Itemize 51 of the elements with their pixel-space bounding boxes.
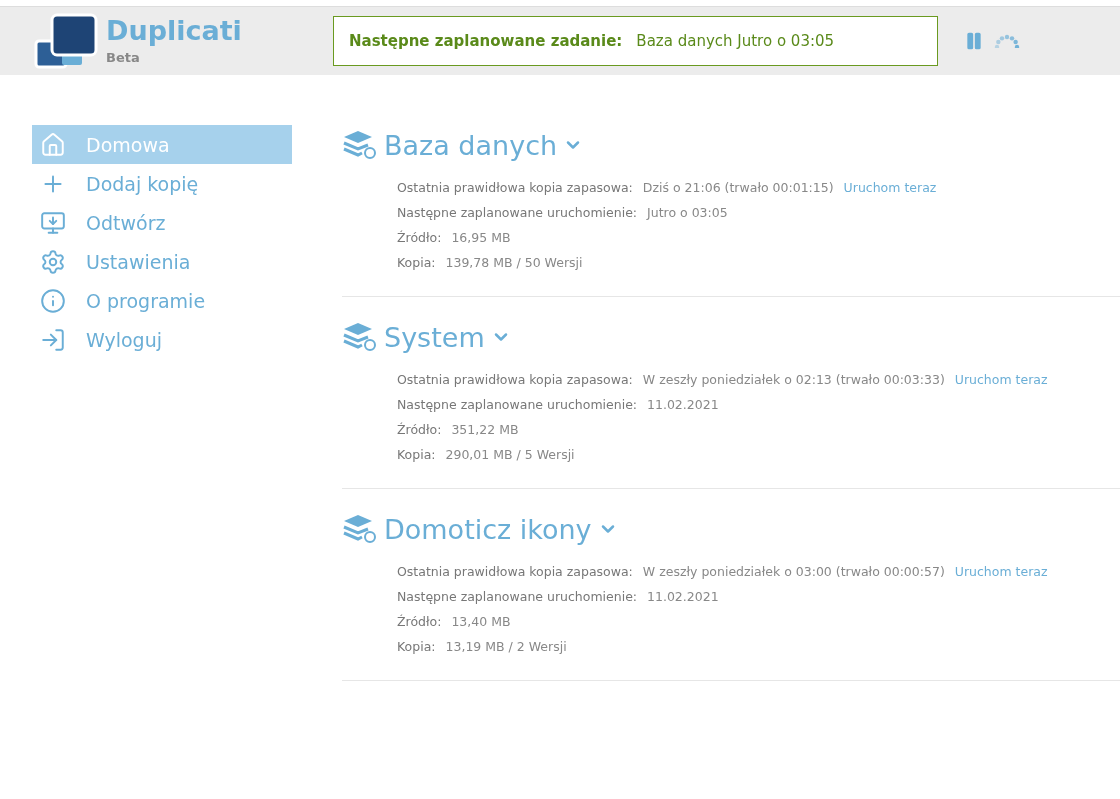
field-label: Ostatnia prawidłowa kopia zapasowa:: [397, 179, 633, 197]
status-value: Baza danych Jutro o 03:05: [636, 32, 835, 50]
field-value: Jutro o 03:05: [647, 204, 728, 222]
spinner-icon: [994, 34, 1020, 48]
app-subtitle: Beta: [106, 50, 141, 65]
field-label: Kopia:: [397, 446, 436, 464]
logout-icon: [40, 326, 66, 353]
sidebar-item[interactable]: Wyloguj: [32, 320, 292, 359]
field-label: Następne zaplanowane uruchomienie:: [397, 588, 638, 606]
field-value: Dziś o 21:06 (trwało 00:01:15): [642, 179, 834, 197]
field-value: 13,19 MB / 2 Wersji: [445, 638, 567, 656]
field-label: Następne zaplanowane uruchomienie:: [397, 204, 638, 222]
job-title[interactable]: Domoticz ikony: [384, 513, 592, 545]
job-title[interactable]: Baza danych: [384, 129, 558, 161]
settings-icon: [40, 248, 66, 275]
field-value: 13,40 MB: [451, 613, 511, 631]
field-label: Następne zaplanowane uruchomienie:: [397, 396, 638, 414]
sidebar-item[interactable]: Domowa: [32, 125, 292, 164]
monitor-download-icon: [40, 209, 66, 236]
field-value: W zeszły poniedziałek o 02:13 (trwało 00:03:33): [642, 371, 945, 389]
pause-icon[interactable]: [964, 31, 984, 51]
field-value: 290,01 MB / 5 Wersji: [445, 446, 575, 464]
field-label: Ostatnia prawidłowa kopia zapasowa:: [397, 371, 633, 389]
sidebar-item[interactable]: Odtwórz: [32, 203, 292, 242]
field-label: Ostatnia prawidłowa kopia zapasowa:: [397, 563, 633, 581]
database-stack-icon: [342, 321, 378, 353]
sidebar-item[interactable]: O programie: [32, 281, 292, 320]
field-value: 11.02.2021: [647, 396, 719, 414]
field-label: Źródło:: [397, 421, 442, 439]
field-label: Kopia:: [397, 254, 436, 272]
field-value: 351,22 MB: [451, 421, 519, 439]
run-now-link[interactable]: Uruchom teraz: [954, 371, 1048, 389]
field-value: 16,95 MB: [451, 229, 511, 247]
database-stack-icon: [342, 129, 378, 161]
sidebar-item[interactable]: Ustawienia: [32, 242, 292, 281]
run-now-link[interactable]: Uruchom teraz: [954, 563, 1048, 581]
info-icon: [40, 287, 66, 314]
home-icon: [40, 131, 66, 158]
logo-icon: [34, 13, 98, 69]
field-value: 139,78 MB / 50 Wersji: [445, 254, 583, 272]
app-name: Duplicati: [106, 17, 242, 44]
field-label: Źródło:: [397, 613, 442, 631]
sidebar-item[interactable]: Dodaj kopię: [32, 164, 292, 203]
job-title[interactable]: System: [384, 321, 485, 353]
field-value: W zeszły poniedziałek o 03:00 (trwało 00:00:57): [642, 563, 945, 581]
status-label: Następne zaplanowane zadanie:: [349, 32, 623, 50]
run-now-link[interactable]: Uruchom teraz: [843, 179, 937, 197]
field-value: 11.02.2021: [647, 588, 719, 606]
field-label: Źródło:: [397, 229, 442, 247]
field-label: Kopia:: [397, 638, 436, 656]
database-stack-icon: [342, 513, 378, 545]
